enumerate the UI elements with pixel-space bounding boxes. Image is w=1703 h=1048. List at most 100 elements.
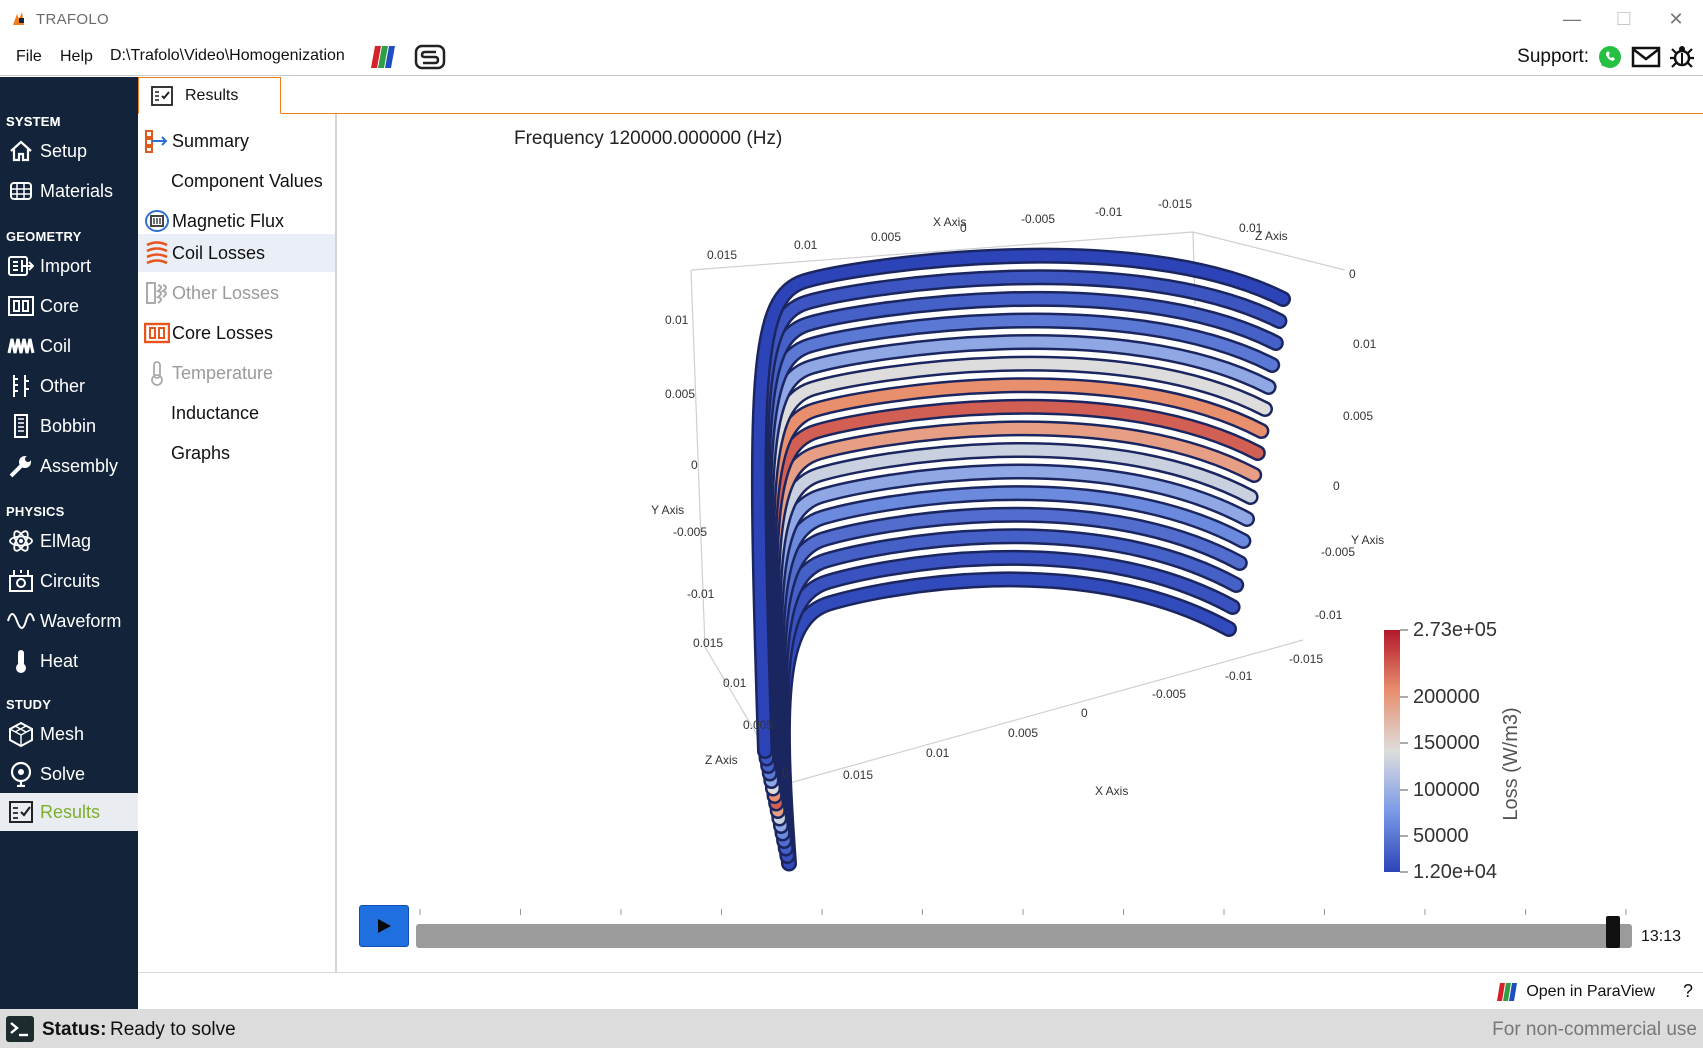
minimize-button[interactable]: — <box>1549 6 1595 32</box>
results-nav-label: Coil Losses <box>172 242 266 263</box>
sidebar: SYSTEM Setup Materials GEOMETRY Import C… <box>0 77 138 1009</box>
sidebar-item-assembly[interactable]: Assembly <box>0 447 138 485</box>
whatsapp-icon[interactable] <box>1597 44 1623 70</box>
tick-label: 0 <box>1081 706 1088 720</box>
tick-label: 0.005 <box>665 387 695 401</box>
results-nav: Summary Component Values Magnetic Flux C… <box>138 114 337 972</box>
results-nav-temperature[interactable]: Temperature <box>138 354 335 392</box>
coil-icon <box>6 331 36 361</box>
sidebar-item-import[interactable]: Import <box>0 247 138 285</box>
colorbar <box>1384 630 1400 872</box>
tick-label: 0.015 <box>693 636 723 650</box>
sidebar-item-solve[interactable]: Solve <box>0 755 138 793</box>
results-nav-core-losses[interactable]: Core Losses <box>138 314 335 352</box>
menu-help[interactable]: Help <box>60 48 93 66</box>
tick-label: 0.01 <box>723 676 747 690</box>
tick-label: 0.01 <box>794 238 818 252</box>
sidebar-item-heat[interactable]: Heat <box>0 642 138 680</box>
bug-icon[interactable] <box>1669 43 1695 71</box>
maximize-button[interactable]: ☐ <box>1601 6 1647 32</box>
mail-icon[interactable] <box>1631 45 1661 69</box>
tick-label: -0.015 <box>1289 652 1323 666</box>
status-label: Status: <box>42 1019 107 1040</box>
y-axis-title-left: Y Axis <box>651 503 684 517</box>
colorbar-label: 150000 <box>1413 732 1480 754</box>
results-nav-label: Core Losses <box>172 322 274 343</box>
results-nav-coil-losses[interactable]: Coil Losses <box>138 234 335 272</box>
help-button[interactable]: ? <box>1683 981 1693 1002</box>
sidebar-item-waveform[interactable]: Waveform <box>0 602 138 640</box>
coil-losses-icon <box>144 240 170 266</box>
sidebar-item-circuits[interactable]: Circuits <box>0 562 138 600</box>
mesh-icon <box>6 719 36 749</box>
frequency-title: Frequency 120000.000000 (Hz) <box>514 128 783 149</box>
title-bar: TRAFOLO — ☐ ✕ <box>0 0 1703 38</box>
tick-label: 0 <box>691 458 698 472</box>
sine-wave-icon <box>6 606 36 636</box>
sidebar-item-core[interactable]: Core <box>0 287 138 325</box>
timeline-slider[interactable] <box>416 924 1632 948</box>
tick-label: 0.01 <box>665 313 689 327</box>
coil-turn-surface <box>777 573 1235 869</box>
tick-label: -0.015 <box>1158 197 1192 211</box>
import-icon <box>6 251 36 281</box>
results-nav-label: Magnetic Flux <box>172 210 285 231</box>
coil-turn <box>774 571 1237 872</box>
section-geometry: GEOMETRY <box>6 229 82 244</box>
sidebar-item-coil[interactable]: Coil <box>0 327 138 365</box>
section-physics: PHYSICS <box>6 504 65 519</box>
project-path: D:\Trafolo\Video\Homogenization <box>110 47 345 64</box>
sidebar-item-bobbin[interactable]: Bobbin <box>0 407 138 445</box>
results-nav-inductance[interactable]: Inductance <box>138 394 335 432</box>
colorbar-title: Loss (W/m3) <box>1500 707 1522 820</box>
sidebar-item-mesh[interactable]: Mesh <box>0 715 138 753</box>
bottom-bar: Open in ParaView ? <box>138 972 1703 1009</box>
colorbar-label: 50000 <box>1413 825 1469 847</box>
open-in-paraview-button[interactable]: Open in ParaView <box>1496 982 1655 1002</box>
results-tab-icon <box>151 85 173 106</box>
sidebar-header <box>0 77 138 109</box>
tick-label: -0.005 <box>1021 212 1055 226</box>
close-button[interactable]: ✕ <box>1653 6 1699 32</box>
results-nav-component-values[interactable]: Component Values <box>138 162 335 200</box>
timeline-handle[interactable] <box>1605 916 1620 948</box>
colorbar-labels: 2.73e+05 200000 150000 100000 50000 1.20… <box>1413 619 1497 883</box>
results-nav-other-losses[interactable]: Other Losses <box>138 274 335 312</box>
results-nav-summary[interactable]: Summary <box>138 122 335 160</box>
tick-label: -0.01 <box>1095 205 1123 219</box>
window-title: TRAFOLO <box>36 11 109 28</box>
tick-label: 0 <box>1349 267 1356 281</box>
sidebar-item-other[interactable]: Other <box>0 367 138 405</box>
sidebar-item-label: Import <box>40 255 92 276</box>
tab-results[interactable]: Results <box>138 77 281 114</box>
sidebar-item-label: Materials <box>40 180 114 201</box>
s-logo-icon[interactable] <box>414 44 446 70</box>
sidebar-item-results[interactable]: Results <box>0 793 138 831</box>
sidebar-item-setup[interactable]: Setup <box>0 132 138 170</box>
sidebar-item-materials[interactable]: Materials <box>0 172 138 210</box>
colorbar-label-max: 2.73e+05 <box>1413 619 1497 641</box>
colorbar-label-min: 1.20e+04 <box>1413 861 1497 883</box>
results-nav-label: Inductance <box>171 402 260 423</box>
sidebar-item-label: Circuits <box>40 570 101 591</box>
colorbar-ticks <box>1400 629 1408 873</box>
timeline-ticks <box>419 909 1627 915</box>
paraview-icon[interactable] <box>369 44 399 70</box>
bobbin-icon <box>6 411 36 441</box>
tick-label: 0.01 <box>1239 221 1263 235</box>
coil-losses-render[interactable]: X Axis Z Axis Y Axis Y Axis Z Axis X Axi… <box>503 124 1537 900</box>
menu-file[interactable]: File <box>16 48 42 66</box>
open-in-paraview-label: Open in ParaView <box>1526 983 1655 1000</box>
tick-label: 0.005 <box>743 718 773 732</box>
sidebar-item-elmag[interactable]: ElMag <box>0 522 138 560</box>
results-nav-graphs[interactable]: Graphs <box>138 434 335 472</box>
other-losses-icon <box>144 280 170 306</box>
3d-viewer[interactable]: X Axis Z Axis Y Axis Y Axis Z Axis X Axi… <box>503 124 1537 900</box>
support-label: Support: <box>1517 46 1589 67</box>
core-icon <box>6 291 36 321</box>
tick-label: 0.015 <box>843 768 873 782</box>
sidebar-item-label: Solve <box>40 763 86 784</box>
play-button[interactable] <box>359 905 409 947</box>
results-nav-label: Temperature <box>172 362 274 383</box>
magnetic-flux-icon <box>144 208 170 234</box>
